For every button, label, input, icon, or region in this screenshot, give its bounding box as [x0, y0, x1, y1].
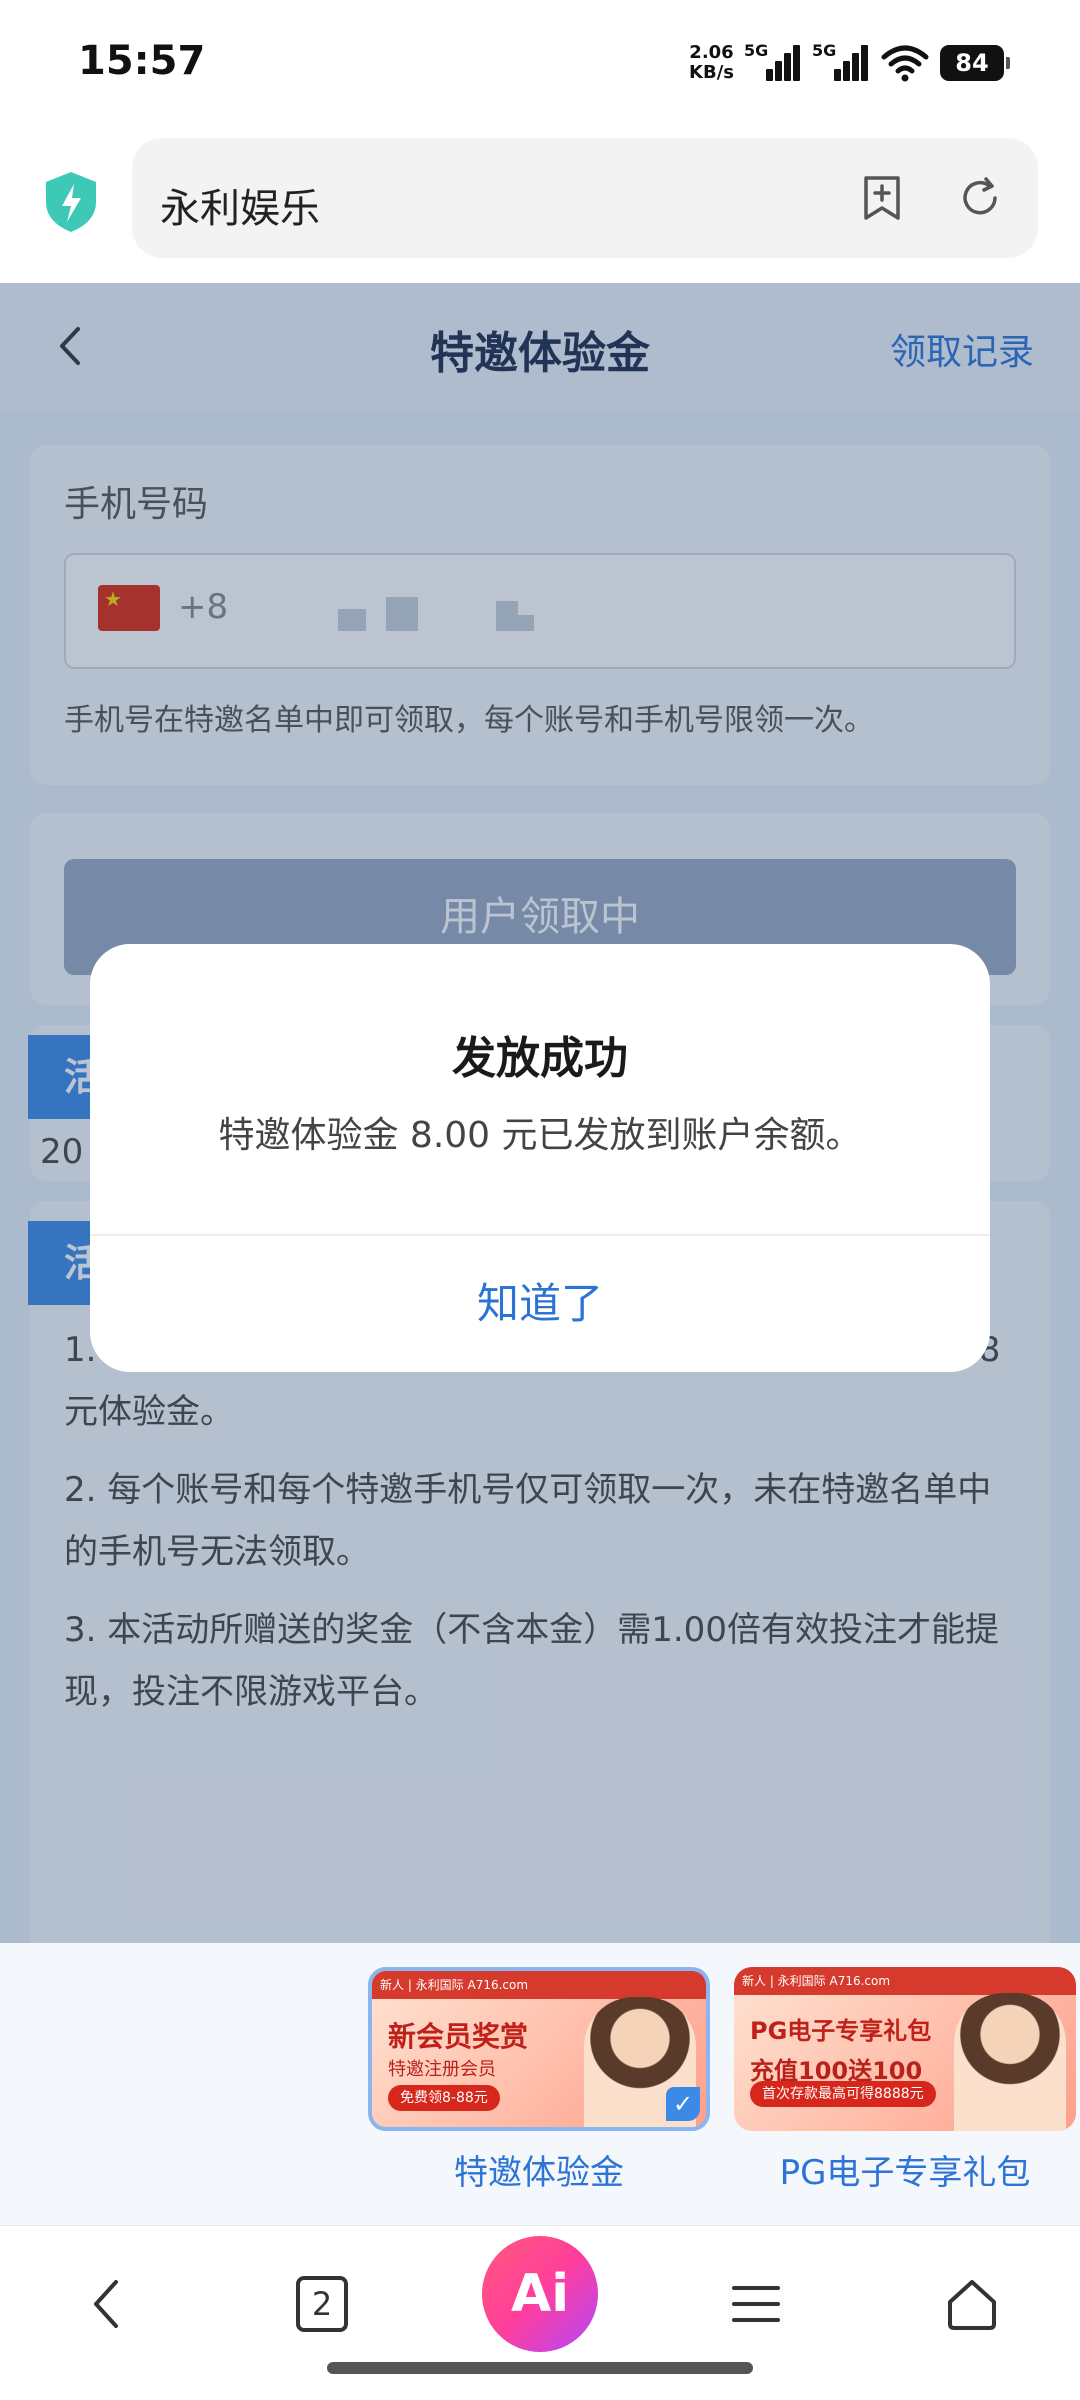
signal-icon: 5G — [812, 41, 870, 83]
home-button[interactable] — [930, 2262, 1014, 2346]
reload-icon — [963, 177, 997, 215]
thumbnail-badge: 免费领8-88元 — [388, 2085, 500, 2111]
address-bar-text[interactable]: 永利娱乐 — [160, 176, 320, 234]
ai-label: Ai — [510, 2264, 570, 2324]
status-indicators: 2.06 KB/s 5G 5G 84 — [689, 38, 1010, 88]
browser-toolbar: 永利娱乐 — [0, 130, 1080, 283]
home-icon — [948, 2280, 996, 2330]
thumbnail-headline: 新会员奖赏 — [388, 2020, 529, 2053]
tab-thumbnail-pg-package[interactable]: 新人 | 永利国际 A716.com PG电子专享礼包 充值100送100 首次… — [734, 1967, 1076, 2131]
status-time: 15:57 — [78, 38, 206, 84]
dialog-title: 发放成功 — [452, 1033, 628, 1084]
home-indicator[interactable] — [327, 2362, 753, 2374]
network-speed-value: 2.06 — [689, 42, 734, 63]
dialog-message: 特邀体验金 8.00 元已发放到账户余额。 — [218, 1115, 862, 1156]
thumbnail-banner-text: 新人 | 永利国际 A716.com — [734, 1967, 1076, 1995]
tabs-button[interactable]: 2 — [280, 2262, 364, 2346]
add-bookmark-button[interactable] — [852, 168, 912, 228]
tab-count: 2 — [311, 2285, 333, 2323]
network-speed-unit: KB/s — [689, 62, 734, 83]
thumbnail-badge: 首次存款最高可得8888元 — [750, 2081, 936, 2107]
battery-level: 84 — [955, 49, 989, 77]
network-speed: 2.06 KB/s — [689, 43, 734, 83]
thumbnail-person-image — [954, 1993, 1066, 2131]
thumbnail-headline: PG电子专享礼包 — [750, 2017, 932, 2045]
tab-thumbnail-invite-bonus[interactable]: 新人 | 永利国际 A716.com 新会员奖赏 特邀注册会员 免费领8-88元… — [368, 1967, 710, 2131]
wifi-icon — [881, 45, 929, 82]
signal-label: 5G — [744, 41, 769, 60]
dialog-ok-button[interactable]: 知道了 — [90, 1236, 990, 1372]
success-dialog: 发放成功 特邀体验金 8.00 元已发放到账户余额。 知道了 — [90, 944, 990, 1372]
tab-label[interactable]: PG电子专享礼包 — [734, 2145, 1076, 2194]
address-bar[interactable]: 永利娱乐 — [132, 138, 1038, 258]
thumbnail-subtitle: 特邀注册会员 — [388, 2059, 496, 2080]
status-bar: 15:57 2.06 KB/s 5G 5G 84 — [0, 0, 1080, 130]
bookmark-add-icon — [864, 176, 900, 220]
thumbnail-banner-text: 新人 | 永利国际 A716.com — [372, 1971, 706, 1999]
tab-label[interactable]: 特邀体验金 — [368, 2145, 710, 2194]
menu-button[interactable] — [714, 2262, 798, 2346]
menu-icon — [732, 2286, 780, 2322]
signal-icon: 5G — [744, 41, 802, 83]
ai-assistant-button[interactable]: Ai — [482, 2236, 598, 2352]
selected-check-icon: ✓ — [666, 2087, 700, 2121]
back-arrow-icon — [94, 2280, 118, 2328]
signal-label: 5G — [812, 41, 837, 60]
tab-strip: 新人 | 永利国际 A716.com 新会员奖赏 特邀注册会员 免费领8-88元… — [0, 1943, 1080, 2225]
reload-button[interactable] — [950, 168, 1010, 228]
security-shield-icon[interactable] — [42, 170, 100, 234]
tab-count-icon: 2 — [296, 2276, 348, 2332]
back-button[interactable] — [64, 2262, 148, 2346]
battery-icon: 84 — [940, 45, 1010, 81]
